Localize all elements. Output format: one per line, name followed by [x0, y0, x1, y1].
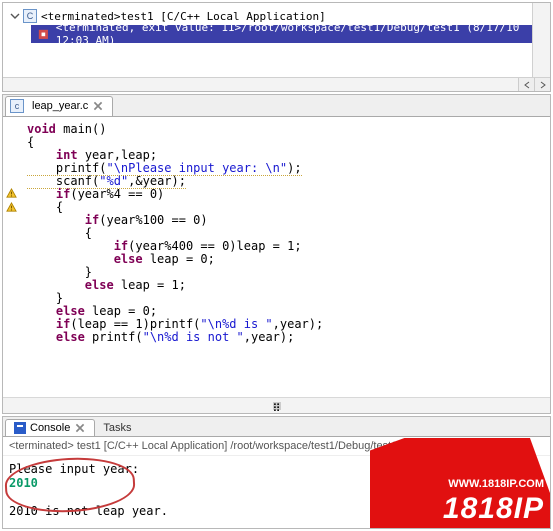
c-file-icon: c [10, 99, 24, 113]
console-tabbar: Console Tasks [3, 417, 550, 437]
close-icon[interactable] [92, 100, 104, 112]
console-prompt: Please input year: [9, 462, 139, 476]
editor-tabbar: c leap_year.c [3, 95, 550, 117]
tab-console-label: Console [30, 422, 70, 434]
console-icon [14, 422, 26, 434]
tab-tasks[interactable]: Tasks [95, 420, 139, 436]
vertical-scrollbar[interactable] [532, 3, 550, 77]
console-user-input: 2010 [9, 476, 38, 490]
watermark: WWW.1818IP.COM 1818IP [370, 438, 550, 528]
close-icon[interactable] [74, 422, 86, 434]
code-area[interactable]: void main(){ int year,leap; printf("\nPl… [19, 117, 550, 397]
tab-label: leap_year.c [32, 100, 88, 112]
editor-gutter [3, 117, 19, 397]
debug-child-label: <terminated, exit value: 11>/root/worksp… [56, 21, 538, 47]
console-panel: Console Tasks <terminated> test1 [C/C++ … [2, 416, 551, 529]
tab-console[interactable]: Console [5, 419, 95, 436]
watermark-brand: 1818IP [443, 492, 544, 526]
terminated-icon [37, 27, 50, 41]
scroll-right-icon[interactable] [534, 78, 550, 91]
c-app-icon: C [23, 9, 37, 23]
debug-child-row[interactable]: <terminated, exit value: 11>/root/worksp… [31, 25, 544, 43]
scroll-left-icon[interactable] [518, 78, 534, 91]
debug-panel: C <terminated>test1 [C/C++ Local Applica… [2, 2, 551, 92]
editor-hscroll[interactable]: ⠿ [3, 397, 550, 413]
expand-toggle-icon[interactable] [9, 10, 21, 22]
debug-tree: C <terminated>test1 [C/C++ Local Applica… [3, 3, 550, 47]
horizontal-scrollbar[interactable] [3, 77, 550, 91]
tab-leap-year[interactable]: c leap_year.c [5, 96, 113, 116]
tab-tasks-label: Tasks [103, 422, 131, 434]
scroll-thumb[interactable]: ⠿ [273, 402, 281, 410]
watermark-url: WWW.1818IP.COM [448, 478, 544, 490]
editor-panel: c leap_year.c void main(){ int year,leap… [2, 94, 551, 414]
